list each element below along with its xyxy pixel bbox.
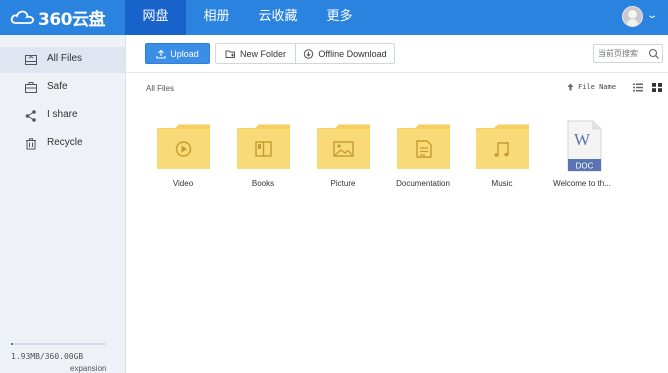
expansion-link[interactable]: expansion xyxy=(70,364,106,373)
offline-download-button[interactable]: Offline Download xyxy=(295,44,394,63)
arrow-up-icon xyxy=(567,83,574,91)
cloud-logo-icon xyxy=(10,10,35,24)
nav-tab-album[interactable]: 相册 xyxy=(186,0,247,35)
folder-books[interactable]: Books xyxy=(223,120,303,195)
file-name: Picture xyxy=(330,179,356,188)
main-nav: 网盘 相册 云收藏 更多 xyxy=(125,0,370,35)
new-folder-icon xyxy=(225,50,235,58)
storage-quota-bar xyxy=(11,343,106,345)
word-doc-icon: W DOC xyxy=(567,120,602,172)
share-icon xyxy=(25,110,36,122)
sidebar-item-share[interactable]: I share xyxy=(0,103,125,129)
nav-tab-favorites[interactable]: 云收藏 xyxy=(247,0,309,35)
storage-quota-text: 1.93MB/360.00GB xyxy=(11,352,84,361)
app-logo[interactable]: 360云盘 xyxy=(10,6,106,30)
sort-by-name-button[interactable]: File Name xyxy=(567,83,616,91)
hard-drive-icon xyxy=(25,55,37,65)
file-name: Documentation xyxy=(396,179,450,188)
nav-tab-netdisk[interactable]: 网盘 xyxy=(125,0,186,35)
sidebar-item-all-files[interactable]: All Files xyxy=(0,47,125,73)
sidebar-item-label: Safe xyxy=(47,81,68,92)
user-avatar[interactable] xyxy=(622,6,643,27)
folder-documentation[interactable]: Documentation xyxy=(383,120,463,195)
sidebar-item-label: I share xyxy=(47,109,78,120)
sidebar-item-label: Recycle xyxy=(47,137,83,148)
upload-button[interactable]: Upload xyxy=(145,43,210,64)
folder-icon xyxy=(317,124,370,169)
toolbar-button-group: New Folder Offline Download xyxy=(215,43,395,64)
sidebar-item-label: All Files xyxy=(47,53,83,64)
safe-box-icon xyxy=(25,82,37,93)
file-type-badge: DOC xyxy=(576,162,594,171)
new-folder-label: New Folder xyxy=(239,48,286,59)
folder-video[interactable]: Video xyxy=(143,120,223,195)
breadcrumb[interactable]: All Files xyxy=(146,84,174,93)
nav-tab-more[interactable]: 更多 xyxy=(309,0,370,35)
grid-view-icon[interactable] xyxy=(652,83,662,92)
upload-button-label: Upload xyxy=(170,48,199,59)
file-welcome-doc[interactable]: W DOC Welcome to th... xyxy=(542,120,622,195)
folder-icon xyxy=(237,124,290,169)
folder-picture[interactable]: Picture xyxy=(303,120,383,195)
file-name: Video xyxy=(172,179,194,188)
list-view-icon[interactable] xyxy=(633,83,643,92)
storage-quota-fill xyxy=(11,343,13,345)
top-bar: 360云盘 网盘 相册 云收藏 更多 ⌄ xyxy=(0,0,668,35)
file-name: Welcome to th... xyxy=(553,179,611,188)
upload-icon xyxy=(156,49,166,59)
new-folder-button[interactable]: New Folder xyxy=(216,44,295,63)
word-letter: W xyxy=(574,130,591,149)
chevron-down-icon[interactable]: ⌄ xyxy=(646,10,658,21)
sidebar-item-recycle[interactable]: Recycle xyxy=(0,131,125,157)
trash-icon xyxy=(26,138,36,150)
offline-download-label: Offline Download xyxy=(318,48,387,59)
sidebar: All Files Safe I share Recycle 1.93MB/36… xyxy=(0,35,126,373)
search-input[interactable] xyxy=(598,47,648,60)
search-icon[interactable] xyxy=(648,48,660,60)
sort-label: File Name xyxy=(578,83,616,91)
file-name: Books xyxy=(251,179,275,188)
logo-text: 360云盘 xyxy=(38,9,106,30)
sidebar-item-safe[interactable]: Safe xyxy=(0,75,125,101)
search-box xyxy=(593,44,663,63)
file-name: Music xyxy=(491,179,513,188)
folder-icon xyxy=(397,124,450,169)
folder-icon xyxy=(157,124,210,169)
folder-music[interactable]: Music xyxy=(462,120,542,195)
folder-icon xyxy=(476,124,529,169)
toolbar: Upload New Folder Offline Download xyxy=(126,35,668,73)
cloud-download-icon xyxy=(304,48,314,59)
